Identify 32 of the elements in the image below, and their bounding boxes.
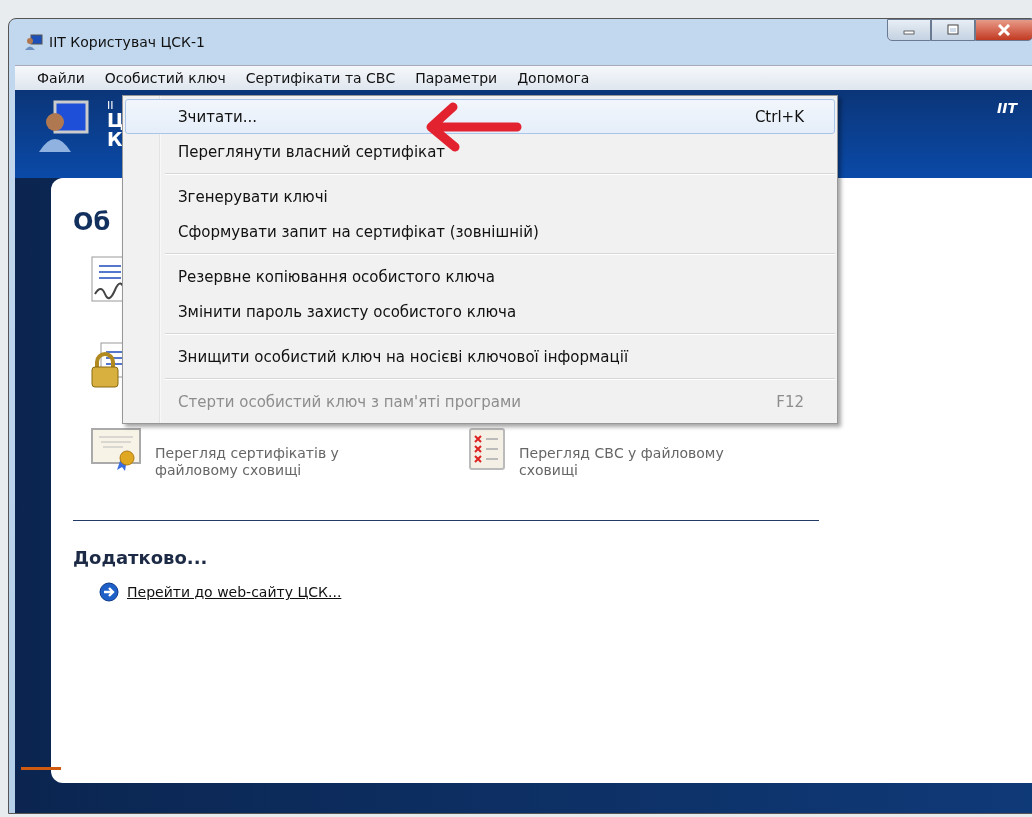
minimize-button[interactable] — [887, 19, 931, 41]
menu-item[interactable]: Зчитати... Ctrl+K — [125, 99, 835, 134]
section-heading: Додатково... — [73, 547, 208, 568]
menu-item[interactable]: Знищити особистий ключ на носієві ключової інформації — [125, 339, 835, 374]
close-button[interactable] — [975, 19, 1032, 41]
menu-bar-item[interactable]: Файли — [27, 70, 95, 86]
header-text: К — [107, 130, 124, 149]
website-link[interactable]: Перейти до web-сайту ЦСК... — [127, 584, 342, 600]
menu-item[interactable]: Резервне копіювання особистого ключа — [125, 259, 835, 294]
computer-user-icon — [39, 100, 89, 152]
computer-user-icon — [25, 34, 43, 50]
action-description: Перегляд сертифікатів у файловому сховищі — [155, 445, 340, 479]
menu-bar-item[interactable]: Параметри — [405, 70, 508, 86]
checklist-icon — [469, 428, 507, 470]
brand-logo-text: IIT — [997, 100, 1017, 116]
menu-item[interactable]: Згенерувати ключі — [125, 179, 835, 214]
window-title: ІІТ Користувач ЦСК-1 — [49, 34, 205, 50]
accent-mark — [21, 767, 61, 770]
close-icon — [996, 24, 1012, 36]
menu-item[interactable]: Змінити пароль захисту особистого ключа — [125, 294, 835, 329]
maximize-button[interactable] — [931, 19, 975, 41]
menu-bar-item[interactable]: Особистий ключ — [94, 70, 236, 86]
action-description: Перегляд СВС у файловому сховищі — [519, 445, 725, 479]
menu-item[interactable]: Сформувати запит на сертифікат (зовнішній) — [125, 214, 835, 249]
header-text: ІІ — [107, 100, 115, 111]
certificate-icon — [91, 428, 143, 472]
menu-item[interactable]: Переглянути власний сертифікат — [125, 134, 835, 169]
arrow-circle-icon — [99, 582, 119, 602]
menu-bar-item[interactable]: Допомога — [507, 70, 600, 86]
menu-bar-item[interactable]: Сертифікати та СВС — [235, 70, 406, 86]
section-heading: Об — [73, 208, 111, 236]
maximize-icon — [946, 24, 960, 36]
